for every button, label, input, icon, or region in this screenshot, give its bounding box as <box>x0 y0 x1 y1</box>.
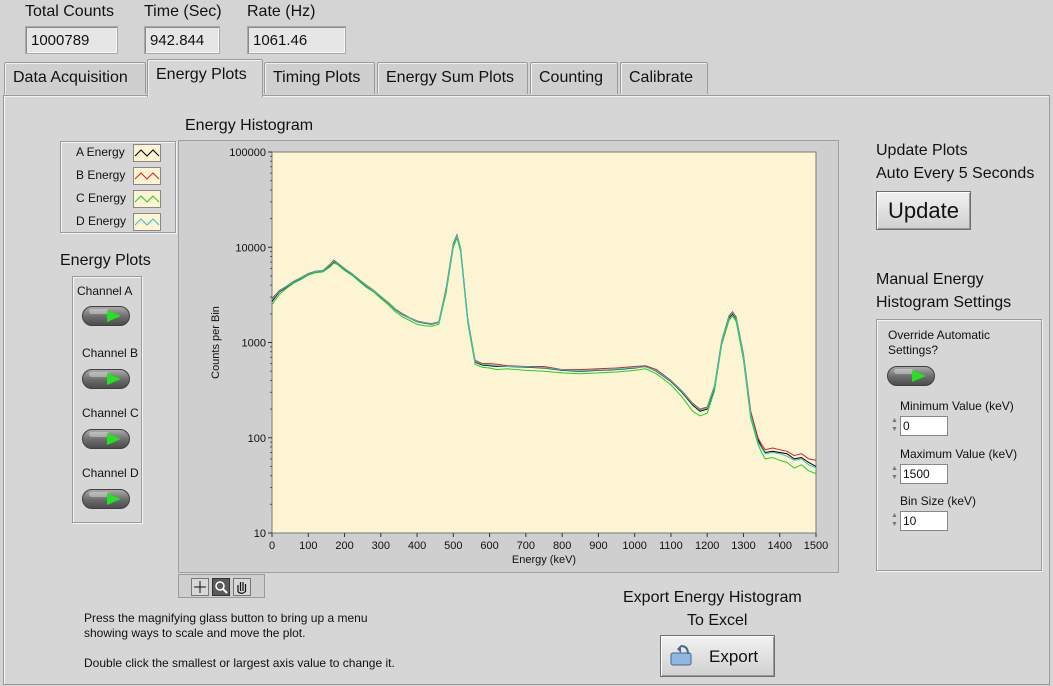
y-tick-label: 10 <box>254 528 266 540</box>
override-label-1: Override Automatic <box>888 328 991 342</box>
update-button[interactable]: Update <box>876 191 971 230</box>
export-button[interactable]: Export <box>660 635 775 677</box>
legend-item-c[interactable]: C Energy <box>61 188 177 210</box>
spinner-arrows-icon[interactable]: ▲ ▼ <box>890 464 899 484</box>
channel-b-label: Channel B <box>82 346 139 360</box>
total-counts-label: Total Counts <box>25 3 114 20</box>
manual-settings-group: Override Automatic Settings? Minimum Val… <box>876 319 1042 571</box>
tab-timing-plots[interactable]: Timing Plots <box>264 62 375 94</box>
max-value-label: Maximum Value (keV) <box>900 447 1018 461</box>
x-tick-label: 700 <box>517 540 535 552</box>
energy-plots-title: Energy Plots <box>60 252 151 269</box>
x-tick-label: 1400 <box>767 540 791 552</box>
x-tick-label: 1300 <box>731 540 755 552</box>
update-plots-label: Update Plots <box>876 142 968 159</box>
spinner-arrows-icon[interactable]: ▲ ▼ <box>890 511 899 531</box>
legend-line-swatch <box>133 144 161 162</box>
plot-legend: A Energy B Energy C Energy D Energy <box>60 141 176 233</box>
spinner-arrows-icon[interactable]: ▲ ▼ <box>890 416 899 436</box>
energy-histogram-svg: 0 100 200 300 400 500 600 700 800 900 1000 1100 1200… <box>210 147 828 566</box>
legend-item-b[interactable]: B Energy <box>61 165 177 187</box>
export-button-label: Export <box>709 647 759 666</box>
export-label-2: To Excel <box>687 612 748 629</box>
bin-size-label: Bin Size (keV) <box>900 494 977 508</box>
legend-line-swatch <box>133 190 161 208</box>
override-toggle[interactable] <box>887 366 935 386</box>
rate-indicator: 1061.46 <box>247 26 346 54</box>
time-indicator: 942.844 <box>144 26 220 54</box>
y-tick-label: 10000 <box>235 242 266 254</box>
legend-label: D Energy <box>76 214 127 228</box>
legend-line-swatch <box>133 167 161 185</box>
max-value-input[interactable]: 1500 <box>900 464 948 484</box>
legend-item-d[interactable]: D Energy <box>61 211 177 233</box>
help-text-line-2: showing ways to scale and move the plot. <box>84 626 306 640</box>
channel-a-toggle[interactable] <box>82 306 130 326</box>
time-label: Time (Sec) <box>144 3 222 20</box>
channel-d-label: Channel D <box>82 466 139 480</box>
x-tick-label: 1200 <box>695 540 719 552</box>
energy-histogram-graph[interactable]: 0 100 200 300 400 500 600 700 800 900 1000 1100 1200… <box>178 140 839 573</box>
export-label-1: Export Energy Histogram <box>623 589 802 606</box>
crosshair-icon[interactable] <box>191 578 209 596</box>
override-label-2: Settings? <box>888 343 939 357</box>
auto-update-label: Auto Every 5 Seconds <box>876 165 1035 182</box>
x-tick-label: 0 <box>269 540 275 552</box>
min-value-label: Minimum Value (keV) <box>900 399 1014 413</box>
tab-data-acquisition[interactable]: Data Acquisition <box>4 62 146 94</box>
channel-c-toggle[interactable] <box>82 429 130 449</box>
y-axis-label: Counts per Bin <box>210 306 222 379</box>
legend-label: C Energy <box>76 191 127 205</box>
x-axis-label: Energy (keV) <box>512 554 576 566</box>
zoom-magnifier-icon[interactable] <box>212 578 230 596</box>
manual-settings-label-1: Manual Energy <box>876 271 984 288</box>
plot-area <box>271 151 817 534</box>
channel-switch-group: Channel A Channel B Channel C Channel D <box>72 276 142 523</box>
bin-size-input[interactable]: 10 <box>900 511 948 531</box>
manual-settings-label-2: Histogram Settings <box>876 294 1012 311</box>
x-tick-label: 200 <box>335 540 353 552</box>
plot-title: Energy Histogram <box>185 117 314 134</box>
x-tick-label: 1100 <box>659 540 683 552</box>
legend-label: B Energy <box>76 168 126 182</box>
tab-counting[interactable]: Counting <box>530 62 618 94</box>
tab-energy-sum-plots[interactable]: Energy Sum Plots <box>377 62 528 94</box>
x-tick-label: 400 <box>408 540 426 552</box>
pan-hand-icon[interactable] <box>233 578 251 596</box>
help-text-line-3: Double click the smallest or largest axi… <box>84 656 395 670</box>
tab-energy-plots[interactable]: Energy Plots <box>147 59 263 97</box>
y-tick-label: 100000 <box>229 147 266 159</box>
x-tick-label: 1500 <box>804 540 828 552</box>
graph-palette <box>178 574 265 598</box>
channel-d-toggle[interactable] <box>82 489 130 509</box>
x-tick-label: 900 <box>589 540 607 552</box>
channel-c-label: Channel C <box>82 406 139 420</box>
total-counts-indicator: 1000789 <box>25 26 118 54</box>
x-tick-label: 1000 <box>622 540 646 552</box>
tab-calibrate[interactable]: Calibrate <box>620 62 708 94</box>
y-tick-label: 100 <box>248 433 266 445</box>
channel-a-label: Channel A <box>77 284 133 298</box>
help-text-line-1: Press the magnifying glass button to bri… <box>84 611 368 625</box>
x-tick-label: 300 <box>372 540 390 552</box>
export-icon <box>670 645 692 666</box>
x-tick-label: 600 <box>480 540 498 552</box>
rate-label: Rate (Hz) <box>247 3 316 20</box>
legend-item-a[interactable]: A Energy <box>61 142 177 164</box>
x-tick-label: 800 <box>553 540 571 552</box>
channel-b-toggle[interactable] <box>82 369 130 389</box>
min-value-input[interactable]: 0 <box>900 416 948 436</box>
legend-label: A Energy <box>76 145 125 159</box>
x-tick-label: 100 <box>299 540 317 552</box>
x-tick-label: 500 <box>444 540 462 552</box>
legend-line-swatch <box>133 213 161 231</box>
y-tick-label: 1000 <box>242 338 266 350</box>
